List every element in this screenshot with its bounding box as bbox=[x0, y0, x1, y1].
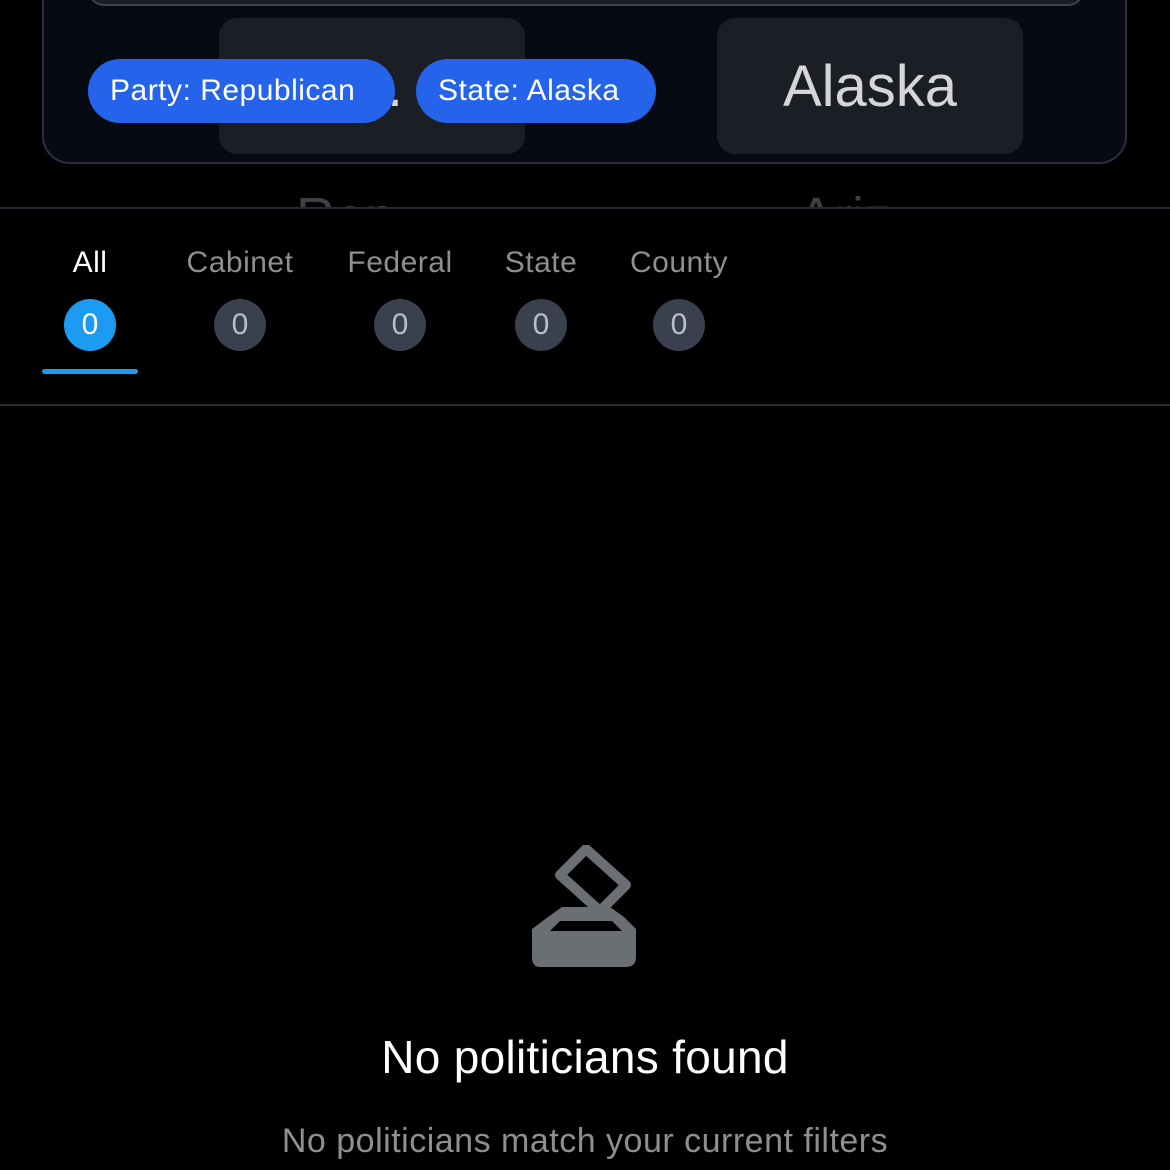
tab-federal[interactable]: Federal 0 bbox=[342, 243, 458, 351]
state-picker-value: Alaska bbox=[782, 53, 958, 119]
ballot-box-icon bbox=[532, 845, 636, 967]
tab-label: Cabinet bbox=[186, 246, 294, 279]
filter-chip-label: Party: Republican bbox=[110, 74, 356, 107]
search-input[interactable] bbox=[88, 0, 1084, 6]
filter-panel: 0. Alaska Party: Republican State: Alask… bbox=[42, 0, 1127, 164]
empty-state-title: No politicians found bbox=[381, 1031, 789, 1083]
politicians-screen: 0. Alaska Party: Republican State: Alask… bbox=[0, 0, 1170, 1170]
tab-label: County bbox=[629, 246, 729, 279]
tab-label: State bbox=[504, 246, 578, 279]
tab-label: Federal bbox=[347, 246, 453, 279]
active-tab-indicator bbox=[42, 369, 138, 374]
tab-state[interactable]: State 0 bbox=[500, 243, 582, 351]
empty-state-subtitle: No politicians match your current filter… bbox=[281, 1122, 889, 1160]
tab-label: All bbox=[72, 246, 108, 279]
count-badge: 0 bbox=[515, 299, 567, 351]
count-badge: 0 bbox=[653, 299, 705, 351]
count-badge: 0 bbox=[214, 299, 266, 351]
count-badge: 0 bbox=[64, 299, 116, 351]
tab-county[interactable]: County 0 bbox=[624, 243, 734, 351]
tab-cabinet[interactable]: Cabinet 0 bbox=[180, 243, 300, 351]
tab-all[interactable]: All 0 bbox=[64, 243, 116, 351]
filter-chip-label: State: Alaska bbox=[438, 74, 620, 107]
filter-chip-party[interactable]: Party: Republican bbox=[88, 59, 395, 123]
filter-chip-state[interactable]: State: Alaska bbox=[416, 59, 656, 123]
category-tab-bar: All 0 Cabinet 0 Federal 0 State 0 County… bbox=[0, 207, 1170, 406]
count-badge: 0 bbox=[374, 299, 426, 351]
state-picker[interactable]: Alaska bbox=[717, 18, 1023, 154]
